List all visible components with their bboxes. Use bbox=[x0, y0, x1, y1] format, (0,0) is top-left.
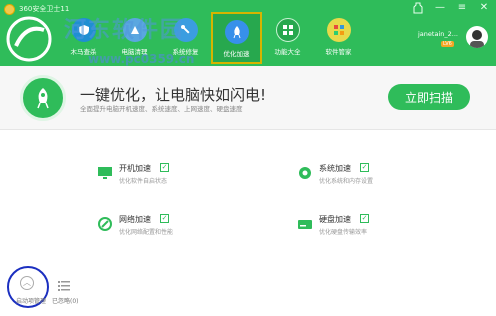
feature-startup-speedup[interactable]: 开机加速 ✓ 优化软件自启状态 bbox=[97, 163, 277, 193]
feature-system-speedup[interactable]: 系统加速 ✓ 优化系统和内存设置 bbox=[297, 163, 477, 193]
window-controls: — ≡ ✕ bbox=[412, 2, 490, 14]
feature-checkbox[interactable]: ✓ bbox=[160, 214, 169, 223]
feature-network-speedup[interactable]: 网络加速 ✓ 优化网络配置和性能 bbox=[97, 214, 277, 244]
list-icon[interactable] bbox=[58, 280, 70, 292]
nav-label: 功能大全 bbox=[274, 48, 301, 56]
feature-checkbox[interactable]: ✓ bbox=[160, 163, 169, 172]
feature-checkbox[interactable]: ✓ bbox=[360, 214, 369, 223]
banner-subtitle: 全面提升电脑开机速度、系统速度、上网速度、硬盘速度 bbox=[80, 105, 243, 113]
harddisk-icon bbox=[298, 220, 312, 229]
rocket-icon bbox=[224, 20, 249, 44]
feature-name: 开机加速 bbox=[119, 164, 151, 173]
feature-checkbox[interactable]: ✓ bbox=[360, 163, 369, 172]
nav-item-all-features[interactable]: 功能大全 bbox=[262, 12, 313, 64]
banner-headline: 一键优化，让电脑快如闪电! bbox=[80, 86, 267, 104]
app-logo-icon bbox=[4, 3, 15, 15]
grid-icon bbox=[275, 18, 300, 42]
feature-name: 网络加速 bbox=[119, 215, 151, 224]
watermark-url: www.pc0359.cn bbox=[88, 52, 195, 66]
feature-name: 硬盘加速 bbox=[319, 215, 351, 224]
startup-manager-link[interactable]: 启动项管理 bbox=[16, 296, 46, 305]
chevron-up-icon[interactable]: ︿ bbox=[20, 276, 34, 290]
nav-label: 软件管家 bbox=[325, 48, 352, 56]
feature-desc: 优化硬盘传输效率 bbox=[319, 229, 368, 236]
nav-item-optimize-speedup[interactable]: 优化加速 bbox=[211, 12, 262, 64]
feature-harddisk-speedup[interactable]: 硬盘加速 ✓ 优化硬盘传输效率 bbox=[297, 214, 477, 244]
avatar[interactable] bbox=[466, 26, 488, 48]
ignored-items-link[interactable]: 已忽略(0) bbox=[52, 296, 79, 305]
nav-item-software-manager[interactable]: 软件管家 bbox=[313, 12, 364, 64]
app-window: 360安全卫士11 — ≡ ✕ 木马查杀 电脑清理 系统修复 优化加速 功能大全… bbox=[0, 0, 496, 316]
minimize-icon[interactable]: — bbox=[434, 2, 446, 14]
feature-name: 系统加速 bbox=[319, 164, 351, 173]
feature-desc: 优化网络配置和性能 bbox=[119, 229, 174, 236]
user-level-badge: LV6 bbox=[441, 41, 454, 47]
feature-desc: 优化软件自启状态 bbox=[119, 178, 168, 185]
feature-desc: 优化系统和内存设置 bbox=[319, 178, 374, 185]
360-logo-icon bbox=[6, 16, 52, 62]
monitor-icon bbox=[98, 167, 112, 179]
menu-icon[interactable]: ≡ bbox=[456, 2, 468, 14]
network-icon bbox=[98, 217, 112, 231]
gear-icon bbox=[299, 167, 311, 179]
scan-now-button[interactable]: 立即扫描 bbox=[388, 84, 470, 110]
watermark-text: 河东软件园 bbox=[64, 17, 185, 43]
nav-label: 优化加速 bbox=[223, 50, 250, 58]
rocket-icon bbox=[20, 75, 66, 121]
wardrobe-icon[interactable] bbox=[412, 2, 424, 14]
apps-icon bbox=[326, 18, 351, 42]
close-icon[interactable]: ✕ bbox=[478, 2, 490, 14]
user-name[interactable]: janetain_2... bbox=[418, 30, 458, 38]
